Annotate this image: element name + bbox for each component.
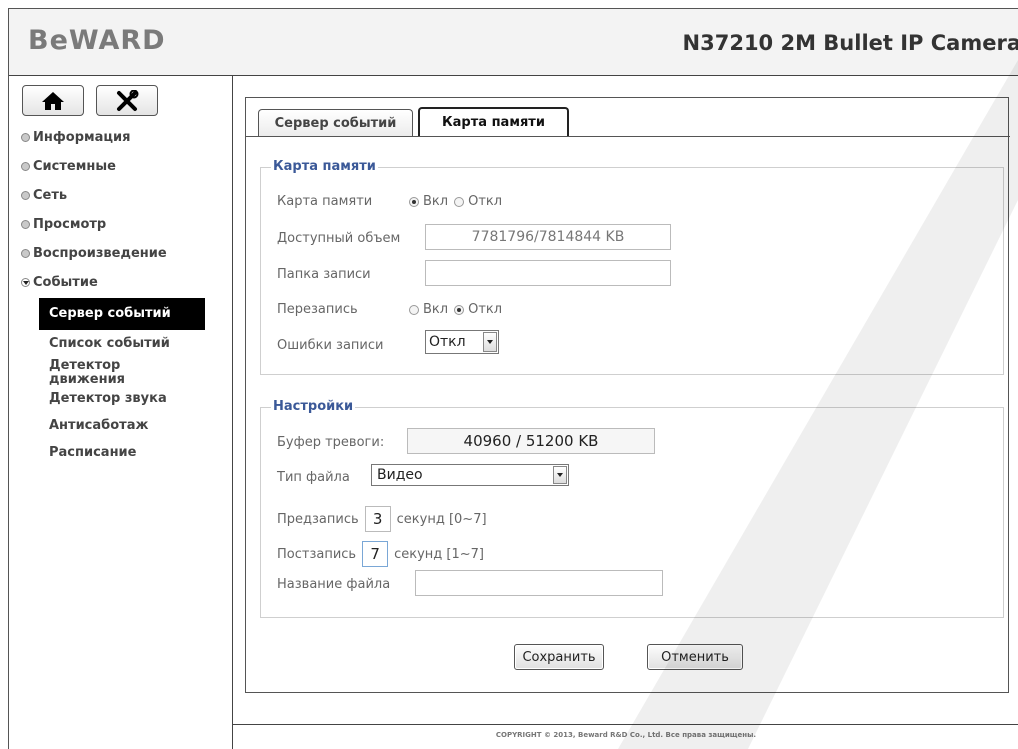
bullet-icon xyxy=(21,220,30,229)
tab-divider xyxy=(246,136,1010,137)
brand-logo: BeWARD xyxy=(28,25,166,56)
bullet-icon xyxy=(21,249,30,258)
subnav-item-sound-detector[interactable]: Детектор звука xyxy=(39,392,205,406)
file-type-label: Тип файла xyxy=(277,470,350,485)
app-frame: BeWARD N37210 2M Bullet IP Camera Информ… xyxy=(8,8,1018,749)
errors-value: Откл xyxy=(429,334,466,350)
alarm-buffer-label: Буфер тревоги: xyxy=(277,435,385,450)
dropdown-arrow-icon xyxy=(553,466,567,484)
capacity-label: Доступный объем xyxy=(277,231,401,246)
alarm-buffer-field: 40960 / 51200 KB xyxy=(407,428,655,454)
errors-row: Ошибки записи xyxy=(277,338,383,353)
file-name-input[interactable] xyxy=(415,570,663,596)
card-on-radio[interactable] xyxy=(409,196,419,207)
overwrite-on-radio[interactable] xyxy=(409,304,419,315)
subnav-item-event-server[interactable]: Сервер событий xyxy=(39,298,205,330)
tools-icon xyxy=(117,89,139,111)
nav-item-network[interactable]: Сеть xyxy=(21,181,167,210)
post-record-label: Постзапись xyxy=(277,546,357,562)
bullet-icon xyxy=(21,191,30,200)
setup-button[interactable] xyxy=(96,85,159,116)
nav-item-playback[interactable]: Воспроизведение xyxy=(21,239,167,268)
memory-card-legend: Карта памяти xyxy=(271,159,378,174)
main-nav: Информация Системные Сеть Просмотр Воспр… xyxy=(21,123,167,297)
nav-item-information[interactable]: Информация xyxy=(21,123,167,152)
post-record-row: Постзапись 7 секунд [1~7] xyxy=(277,541,484,567)
event-subnav: Сервер событий Список событий Детектор д… xyxy=(39,298,205,460)
subnav-item-schedule[interactable]: Расписание xyxy=(39,446,205,460)
nav-label: Просмотр xyxy=(33,217,107,232)
alarm-buffer-row: Буфер тревоги: xyxy=(277,435,384,450)
settings-fieldset: Настройки Буфер тревоги: 40960 / 51200 K… xyxy=(260,399,1004,618)
copyright-text: COPYRIGHT © 2013, Beward R&D Co., Ltd. В… xyxy=(495,731,757,739)
header: BeWARD N37210 2M Bullet IP Camera xyxy=(9,9,1018,76)
content-panel: Сервер событий Карта памяти Карта памяти… xyxy=(245,97,1010,693)
folder-row: Папка записи xyxy=(277,267,371,282)
home-icon xyxy=(42,91,64,110)
nav-item-system[interactable]: Системные xyxy=(21,152,167,181)
cancel-button[interactable]: Отменить xyxy=(647,644,743,670)
capacity-row: Доступный объем xyxy=(277,231,400,246)
file-type-select[interactable]: Видео xyxy=(371,464,569,486)
errors-select[interactable]: Откл xyxy=(425,330,499,354)
pre-record-label: Предзапись xyxy=(277,511,359,527)
overwrite-off-label: Откл xyxy=(468,302,503,317)
subnav-item-tamper[interactable]: Антисаботаж xyxy=(39,419,205,433)
camera-title: N37210 2M Bullet IP Camera xyxy=(682,31,1018,55)
post-record-range: секунд [1~7] xyxy=(394,546,484,562)
subnav-item-event-list[interactable]: Список событий xyxy=(39,337,205,351)
save-button[interactable]: Сохранить xyxy=(514,644,604,670)
pre-record-row: Предзапись 3 секунд [0~7] xyxy=(277,506,487,532)
quick-buttons xyxy=(22,85,165,116)
memory-card-fieldset: Карта памяти Карта памяти Вкл Откл Досту… xyxy=(260,159,1004,375)
dropdown-arrow-icon xyxy=(483,332,497,352)
pre-record-input[interactable]: 3 xyxy=(364,506,391,532)
nav-label: Событие xyxy=(33,275,98,290)
errors-label: Ошибки записи xyxy=(277,338,384,353)
overwrite-row: Перезапись Вкл Откл xyxy=(277,302,502,317)
home-button[interactable] xyxy=(22,85,84,116)
tab-event-server[interactable]: Сервер событий xyxy=(258,109,413,136)
folder-input[interactable] xyxy=(425,260,671,286)
file-type-row: Тип файла xyxy=(277,470,350,485)
capacity-field: 7781796/7814844 KB xyxy=(425,224,671,250)
expanded-bullet-icon xyxy=(21,278,30,287)
sidebar: Информация Системные Сеть Просмотр Воспр… xyxy=(9,76,233,749)
card-off-label: Откл xyxy=(468,194,503,209)
post-record-input[interactable]: 7 xyxy=(362,541,389,567)
card-on-label: Вкл xyxy=(423,194,449,209)
card-off-radio[interactable] xyxy=(454,196,465,207)
overwrite-label: Перезапись xyxy=(277,302,358,317)
settings-legend: Настройки xyxy=(271,399,356,414)
pre-record-range: секунд [0~7] xyxy=(396,511,487,527)
overwrite-off-radio[interactable] xyxy=(454,304,465,315)
bullet-icon xyxy=(21,162,30,171)
nav-label: Воспроизведение xyxy=(33,246,167,261)
file-name-row: Название файла xyxy=(277,577,390,592)
nav-item-event[interactable]: Событие xyxy=(21,268,167,297)
file-name-label: Название файла xyxy=(277,577,391,592)
overwrite-on-label: Вкл xyxy=(423,302,449,317)
subnav-item-motion-detector[interactable]: Детектор движения xyxy=(39,359,149,387)
nav-label: Информация xyxy=(33,130,131,145)
folder-label: Папка записи xyxy=(277,267,371,282)
nav-item-view[interactable]: Просмотр xyxy=(21,210,167,239)
card-row: Карта памяти Вкл Откл xyxy=(277,194,502,209)
footer-divider xyxy=(233,724,1018,725)
card-label: Карта памяти xyxy=(277,194,373,209)
nav-label: Системные xyxy=(33,159,116,174)
tab-memory-card[interactable]: Карта памяти xyxy=(418,107,569,136)
file-type-value: Видео xyxy=(377,467,423,483)
nav-label: Сеть xyxy=(33,188,68,203)
bullet-icon xyxy=(21,133,30,142)
